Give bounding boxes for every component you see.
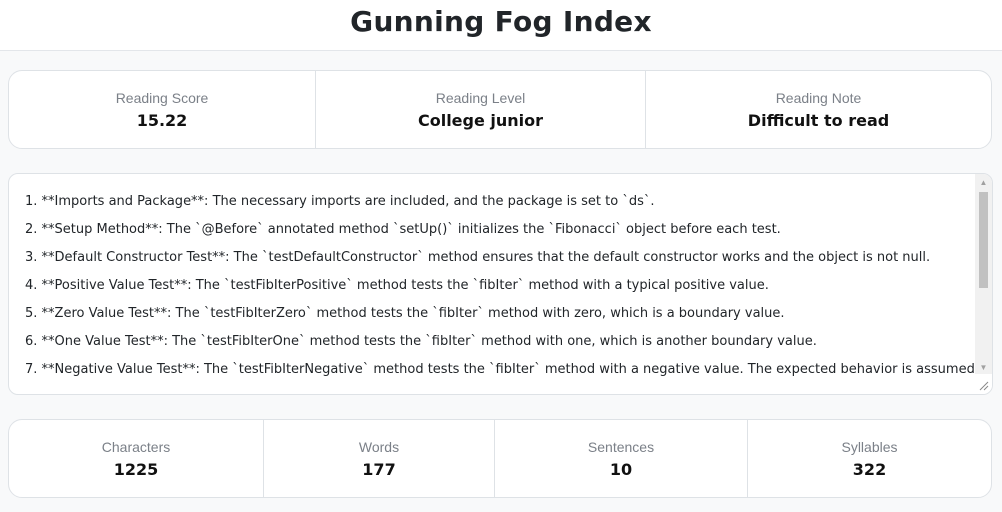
- text-input-area[interactable]: 1. **Imports and Package**: The necessar…: [8, 173, 993, 395]
- vertical-scrollbar[interactable]: ▲ ▼: [975, 174, 992, 376]
- text-line: 2. **Setup Method**: The `@Before` annot…: [25, 222, 781, 237]
- characters-stat: Characters 1225: [9, 420, 264, 497]
- reading-level-label: Reading Level: [435, 89, 526, 106]
- text-line: 4. **Positive Value Test**: The `testFib…: [25, 278, 769, 293]
- text-line: 1. **Imports and Package**: The necessar…: [25, 194, 655, 209]
- text-input-content[interactable]: 1. **Imports and Package**: The necessar…: [25, 188, 993, 384]
- text-counts-card: Characters 1225 Words 177 Sentences 10 S…: [8, 419, 992, 498]
- characters-value: 1225: [113, 459, 159, 479]
- words-label: Words: [358, 438, 400, 455]
- scroll-up-arrow-icon[interactable]: ▲: [975, 174, 992, 191]
- syllables-stat: Syllables 322: [748, 420, 991, 497]
- words-value: 177: [362, 459, 396, 479]
- reading-score-stat: Reading Score 15.22: [9, 71, 316, 148]
- sentences-stat: Sentences 10: [495, 420, 748, 497]
- page-title: Gunning Fog Index: [350, 4, 652, 38]
- reading-level-stat: Reading Level College junior: [316, 71, 646, 148]
- text-line: 7. **Negative Value Test**: The `testFib…: [25, 362, 993, 377]
- text-line: 3. **Default Constructor Test**: The `te…: [25, 250, 931, 265]
- reading-note-value: Difficult to read: [747, 110, 890, 130]
- sentences-value: 10: [609, 459, 633, 479]
- reading-score-label: Reading Score: [115, 89, 209, 106]
- text-line: 6. **One Value Test**: The `testFibIterO…: [25, 334, 817, 349]
- reading-level-value: College junior: [417, 110, 544, 130]
- reading-note-label: Reading Note: [775, 89, 862, 106]
- syllables-label: Syllables: [841, 438, 898, 455]
- characters-label: Characters: [101, 438, 171, 455]
- app-header: Gunning Fog Index: [0, 0, 1002, 51]
- readability-stats-card: Reading Score 15.22 Reading Level Colleg…: [8, 70, 992, 149]
- text-line: 5. **Zero Value Test**: The `testFibIter…: [25, 306, 785, 321]
- syllables-value: 322: [852, 459, 887, 479]
- sentences-label: Sentences: [587, 438, 655, 455]
- scroll-thumb[interactable]: [979, 192, 988, 288]
- words-stat: Words 177: [264, 420, 495, 497]
- resize-grip-icon[interactable]: [975, 374, 992, 394]
- reading-score-value: 15.22: [136, 110, 188, 130]
- reading-note-stat: Reading Note Difficult to read: [646, 71, 991, 148]
